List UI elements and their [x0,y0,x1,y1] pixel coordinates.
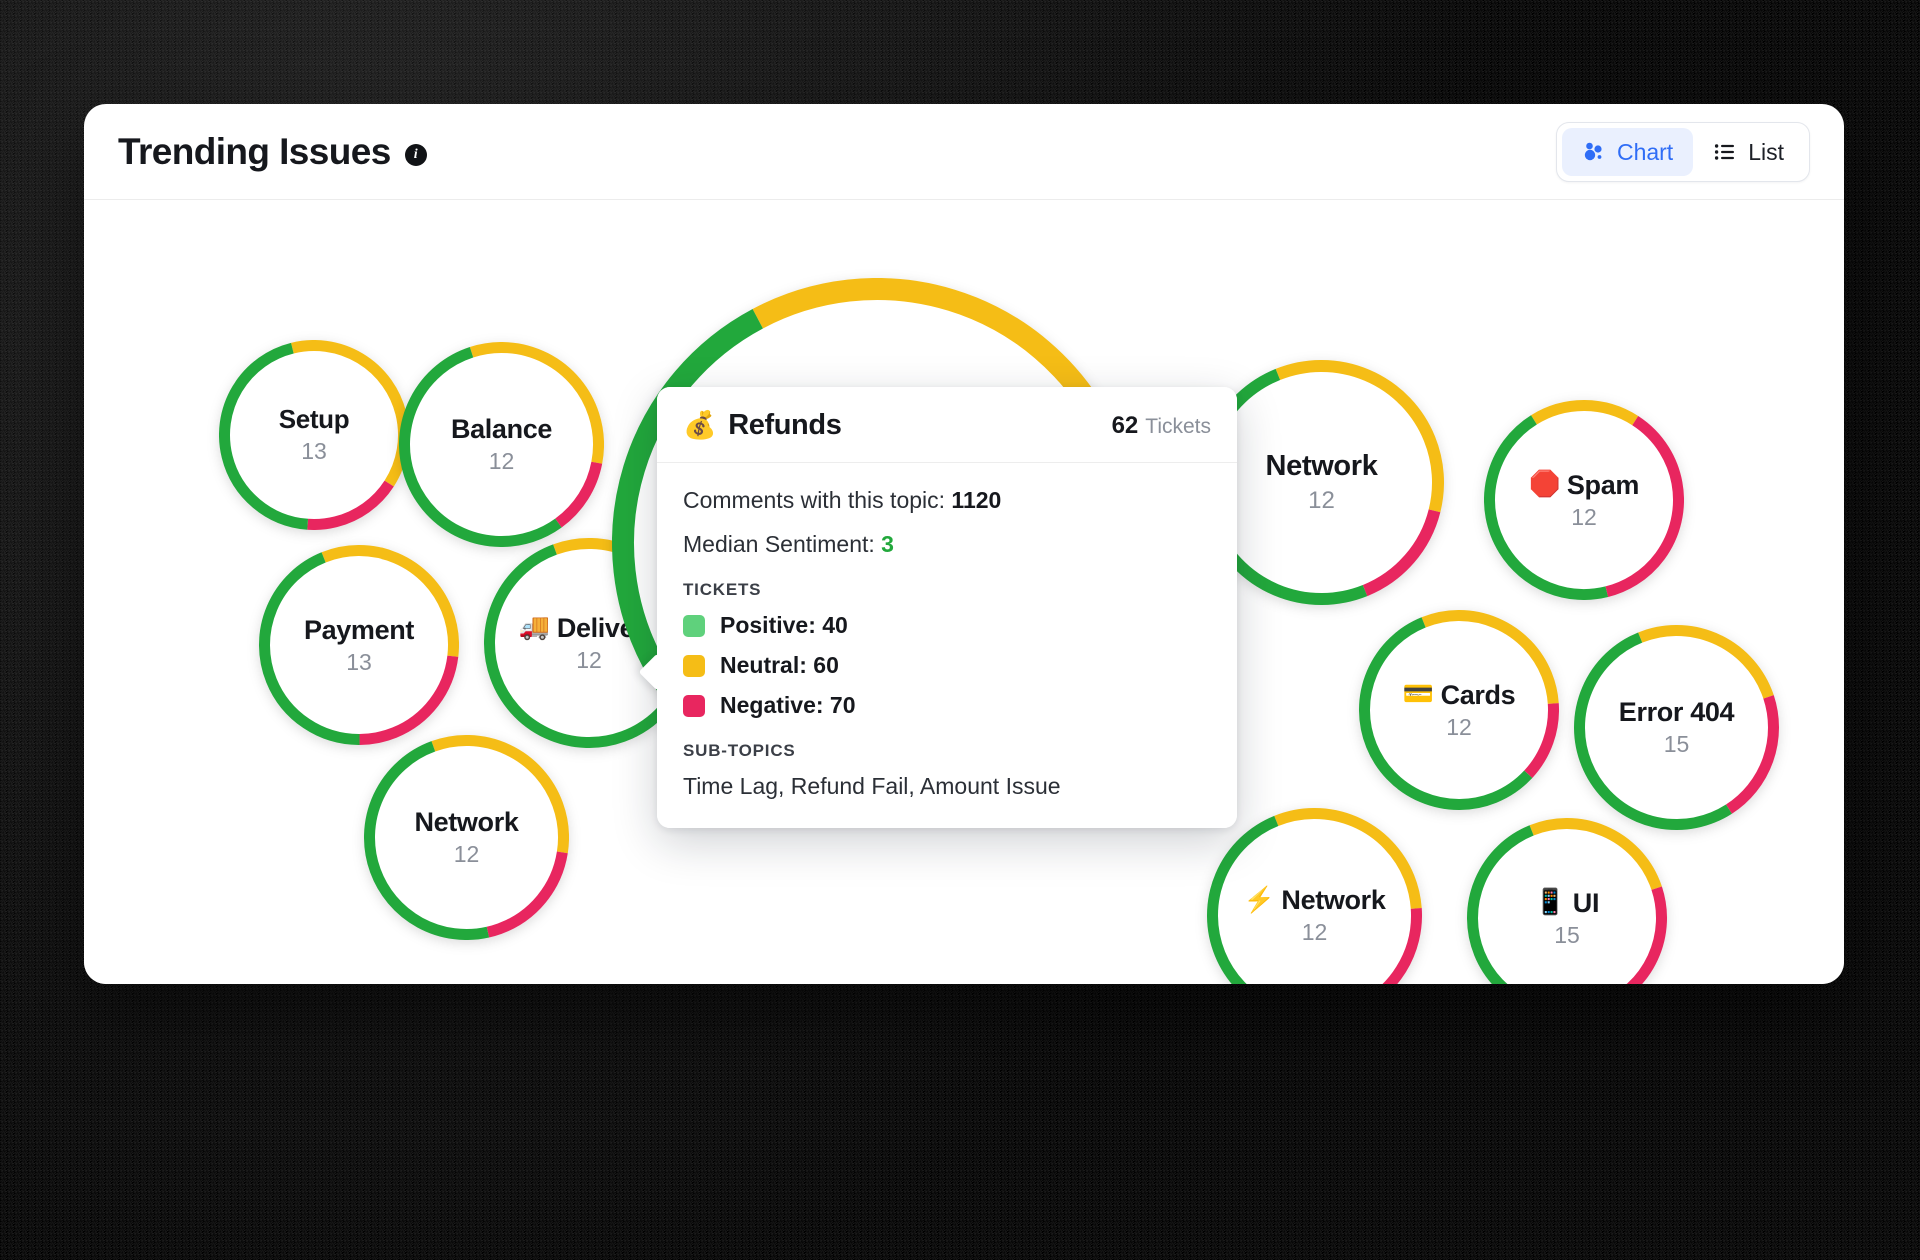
tooltip-legend-row: Negative: 70 [683,692,1211,719]
tooltip-tickets: 62 Tickets [1112,412,1211,440]
tooltip-comments-value: 1120 [951,487,1002,513]
tooltip-legend-label: Negative: 70 [720,692,856,718]
tab-list-label: List [1748,138,1784,165]
topic-bubble[interactable]: Balance 12 [399,342,604,547]
legend-swatch-icon [683,614,705,637]
bubble-chart-icon [1582,140,1606,164]
trending-issues-card: Trending Issues i Chart List Setup 13 Ba… [84,104,1844,984]
topic-bubble[interactable]: Error 404 15 [1574,625,1779,830]
tooltip-tickets-section-title: TICKETS [683,580,762,599]
tooltip-legend-row: Neutral: 60 [683,652,1211,679]
tooltip-comments-label: Comments with this topic: [683,487,946,513]
tooltip-topic-label: Refunds [728,409,842,441]
tab-chart[interactable]: Chart [1561,128,1694,176]
tab-list[interactable]: List [1693,128,1804,176]
tooltip-tickets-count: 62 [1111,411,1139,439]
topic-tooltip: 💰 Refunds 62 Tickets Comments with this … [638,387,1237,828]
tooltip-body: Comments with this topic: 1120 Median Se… [657,463,1237,828]
card-header: Trending Issues i Chart List [84,104,1844,200]
topic-bubble[interactable]: 💳 Cards 12 [1359,610,1559,810]
page-title: Trending Issues [118,130,391,172]
topic-bubble[interactable]: ⚡ Network 12 [1207,808,1422,984]
tooltip-sentiment-label: Median Sentiment: [683,531,875,557]
tooltip-sentiment-line: Median Sentiment: 3 [683,531,1211,558]
tooltip-tickets-label: Tickets [1145,414,1211,438]
list-icon [1713,140,1737,164]
topic-bubble[interactable]: Setup 13 [219,340,409,530]
tooltip-legend-label: Neutral: 60 [720,652,839,678]
tooltip-header: 💰 Refunds 62 Tickets [657,387,1237,463]
topic-bubble[interactable]: Network 12 [364,735,569,940]
money-bag-icon: 💰 [683,410,717,440]
legend-swatch-icon [683,654,705,677]
topic-bubble[interactable]: 📱 UI 15 [1467,818,1667,984]
tooltip-legend-label: Positive: 40 [720,612,848,638]
tooltip-sentiment-value: 3 [881,531,894,557]
tooltip-comments-line: Comments with this topic: 1120 [683,487,1211,514]
tooltip-subtopics: Time Lag, Refund Fail, Amount Issue [683,773,1061,799]
tooltip-subtopics-section-title: SUB-TOPICS [683,741,796,760]
view-toggle[interactable]: Chart List [1555,122,1810,182]
legend-swatch-icon [683,694,705,717]
topic-bubble[interactable]: Payment 13 [259,545,459,745]
tab-chart-label: Chart [1616,138,1674,165]
topic-bubble[interactable]: 🛑 Spam 12 [1484,400,1684,600]
tooltip-legend-row: Positive: 40 [683,612,1211,639]
tooltip-topic: 💰 Refunds [683,409,842,442]
tooltip-legend: Positive: 40 Neutral: 60 Negative: 70 [683,612,1211,719]
info-icon[interactable]: i [404,143,427,166]
